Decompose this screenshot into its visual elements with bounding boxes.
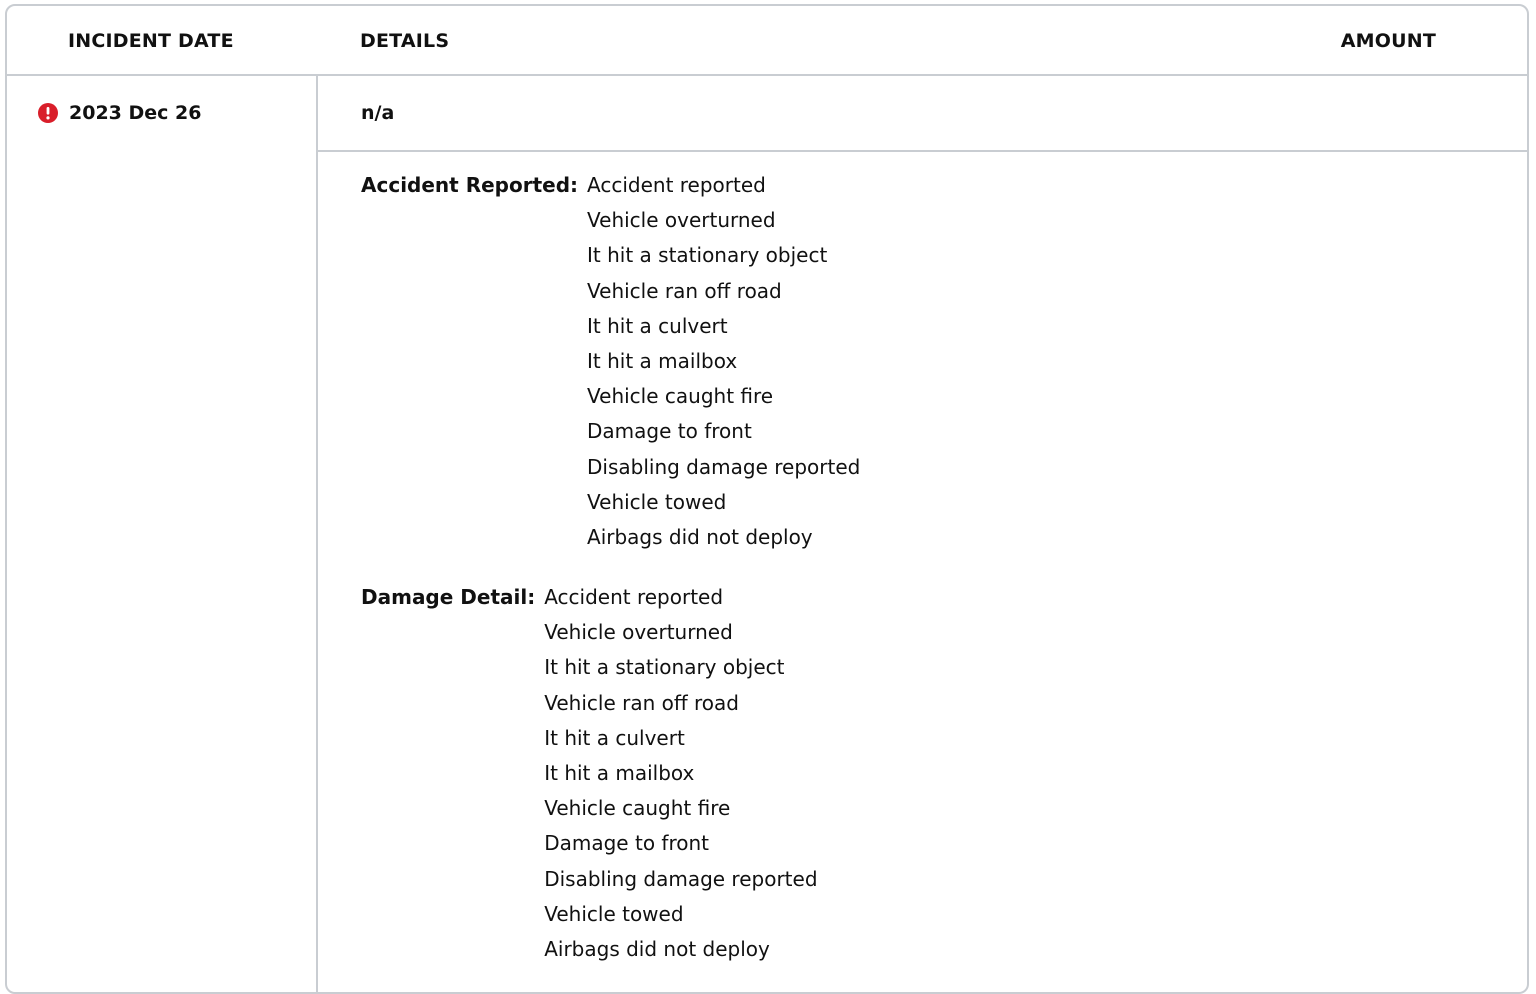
list-item: Airbags did not deploy <box>544 937 770 962</box>
list-item: It hit a culvert <box>587 313 728 338</box>
list-item: Damage to front <box>544 831 709 856</box>
list-item: Accident reported <box>587 173 766 197</box>
accident-reported-label: Accident Reported: <box>361 173 579 197</box>
list-item: Vehicle towed <box>544 901 684 926</box>
column-divider <box>316 76 318 992</box>
accident-reported-section: Accident Reported: Accident reported Veh… <box>361 168 860 555</box>
list-item: It hit a mailbox <box>544 761 695 786</box>
incident-date-cell: 2023 Dec 26 <box>38 102 201 124</box>
accident-reported-list: Accident reported Vehicle overturned It … <box>587 168 860 555</box>
list-item: Vehicle towed <box>587 489 727 514</box>
damage-detail-list: Accident reported Vehicle overturned It … <box>544 580 817 967</box>
incident-table: INCIDENT DATE DETAILS AMOUNT 2023 Dec 26… <box>5 4 1529 994</box>
list-item: Vehicle overturned <box>544 620 733 645</box>
list-item: Vehicle ran off road <box>587 278 782 303</box>
list-item: It hit a culvert <box>544 725 685 750</box>
alert-circle-icon <box>38 103 58 123</box>
list-item: Vehicle ran off road <box>544 690 739 715</box>
list-item: Damage to front <box>587 419 752 444</box>
list-item: It hit a stationary object <box>544 655 785 680</box>
list-item: Disabling damage reported <box>544 866 818 891</box>
list-item: It hit a mailbox <box>587 349 738 374</box>
list-item: Disabling damage reported <box>587 454 861 479</box>
column-header-amount: AMOUNT <box>1340 30 1436 52</box>
details-summary: n/a <box>361 102 395 124</box>
list-item: It hit a stationary object <box>587 243 828 268</box>
list-item: Airbags did not deploy <box>587 525 813 550</box>
table-header: INCIDENT DATE DETAILS AMOUNT <box>7 6 1527 76</box>
column-header-incident-date: INCIDENT DATE <box>68 30 234 52</box>
list-item: Vehicle caught fire <box>587 384 774 409</box>
list-item: Vehicle caught fire <box>544 796 731 821</box>
damage-detail-section: Damage Detail: Accident reported Vehicle… <box>361 580 818 967</box>
incident-date: 2023 Dec 26 <box>69 102 202 124</box>
damage-detail-label: Damage Detail: <box>361 585 536 609</box>
details-summary-row: n/a <box>318 76 1527 152</box>
list-item: Vehicle overturned <box>587 208 776 233</box>
column-header-details: DETAILS <box>360 30 450 52</box>
list-item: Accident reported <box>544 585 724 609</box>
